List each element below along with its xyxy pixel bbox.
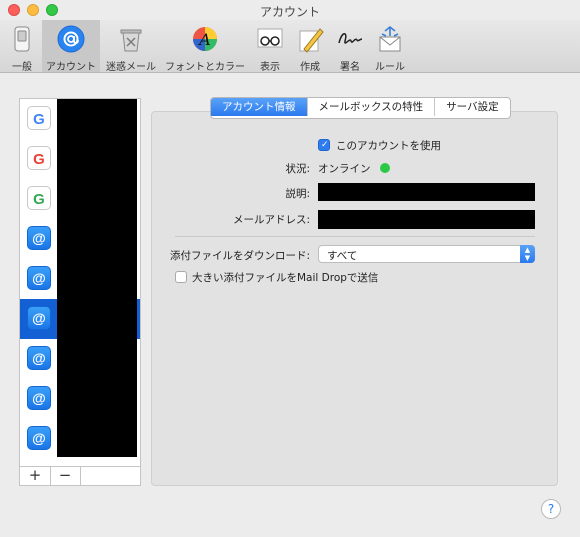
at-sign-icon: @	[27, 266, 51, 290]
toolbar-accounts[interactable]: アカウント	[42, 20, 100, 73]
svg-text:@: @	[32, 430, 46, 446]
preferences-toolbar: 一般 アカウント 迷惑メール A フォントとカラー 表示 作成 署名 ルール	[0, 20, 580, 73]
online-status-dot	[380, 163, 390, 173]
email-address-field-redacted[interactable]	[318, 210, 535, 229]
signature-icon	[338, 33, 363, 44]
switch-icon	[14, 26, 30, 52]
email-address-label: メールアドレス:	[232, 214, 310, 226]
trash-bin-icon	[120, 29, 142, 52]
toolbar-fonts-colors[interactable]: A フォントとカラー	[162, 20, 248, 73]
description-field-redacted[interactable]	[318, 183, 535, 201]
pencil-note-icon	[299, 28, 324, 53]
download-attachments-select[interactable]: すべて ▲ ▼	[318, 245, 535, 263]
help-button[interactable]: ?	[541, 499, 561, 519]
tab-account-info[interactable]: アカウント情報	[211, 98, 308, 116]
mail-drop-label: 大きい添付ファイルをMail Dropで送信	[192, 272, 379, 284]
rules-envelope-icon	[379, 25, 401, 52]
description-label: 説明:	[285, 188, 310, 200]
svg-text:G: G	[33, 111, 45, 128]
enable-account-label: このアカウントを使用	[336, 140, 441, 152]
toolbar-signatures[interactable]: 署名	[330, 20, 370, 73]
google-icon: G	[27, 146, 51, 170]
redacted-account-names	[57, 99, 137, 457]
tab-server-settings[interactable]: サーバ設定	[435, 98, 509, 116]
google-icon: G	[27, 186, 51, 210]
settings-tabs: アカウント情報 メールボックスの特性 サーバ設定	[210, 97, 511, 119]
at-sign-icon: @	[27, 226, 51, 250]
toolbar-composing[interactable]: 作成	[292, 20, 328, 73]
svg-text:G: G	[33, 151, 45, 168]
svg-text:@: @	[32, 390, 46, 406]
at-sign-icon: @	[27, 386, 51, 410]
svg-text:@: @	[32, 230, 46, 246]
window-title: アカウント	[259, 5, 320, 19]
svg-text:@: @	[32, 270, 46, 286]
add-account-button[interactable]: +	[20, 467, 51, 485]
at-sign-icon: @	[27, 346, 51, 370]
checkmark-icon: ✓	[321, 140, 329, 150]
section-divider	[175, 236, 535, 237]
svg-text:G: G	[33, 191, 45, 208]
toolbar-rules[interactable]: ルール	[370, 20, 410, 73]
download-attachments-value: すべて	[327, 250, 358, 262]
svg-text:@: @	[32, 350, 46, 366]
at-sign-icon: @	[27, 426, 51, 450]
accounts-list-footer: + −	[19, 466, 141, 486]
toolbar-junk-mail[interactable]: 迷惑メール	[102, 20, 160, 73]
at-sign-icon	[57, 25, 85, 53]
at-sign-icon: @	[27, 306, 51, 330]
title-bar: アカウント	[0, 0, 580, 20]
status-value: オンライン	[318, 163, 371, 175]
toolbar-viewing[interactable]: 表示	[250, 20, 290, 73]
remove-account-button[interactable]: −	[50, 467, 81, 485]
enable-account-checkbox[interactable]: ✓	[318, 139, 330, 151]
toolbar-general[interactable]: 一般	[2, 20, 42, 73]
status-label: 状況:	[285, 163, 310, 175]
mail-drop-checkbox[interactable]	[175, 271, 187, 283]
svg-text:@: @	[32, 310, 46, 326]
font-color-icon: A	[193, 27, 217, 51]
google-icon: G	[27, 106, 51, 130]
accounts-list[interactable]: G G G @ @ @ @ @ @	[19, 98, 141, 486]
svg-text:A: A	[197, 30, 211, 49]
glasses-icon	[257, 28, 283, 48]
tab-mailbox-behaviors[interactable]: メールボックスの特性	[308, 98, 436, 116]
download-attachments-label: 添付ファイルをダウンロード:	[169, 250, 310, 262]
chevron-updown-icon: ▲ ▼	[520, 245, 535, 263]
